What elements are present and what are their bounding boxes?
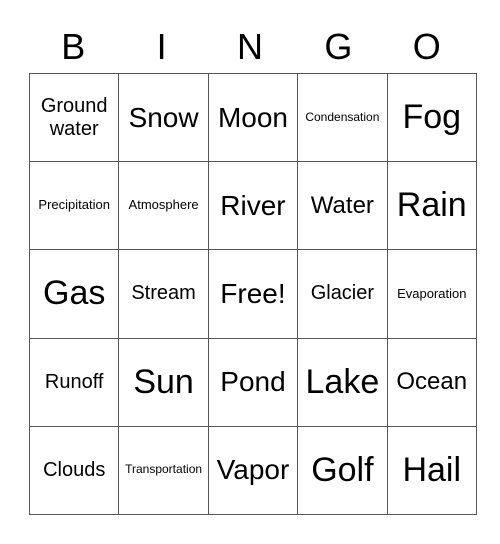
- bingo-cell[interactable]: Golf: [297, 425, 388, 516]
- bingo-cell[interactable]: Hail: [386, 425, 477, 516]
- bingo-cell[interactable]: Precipitation: [28, 161, 120, 251]
- header-letter-g: G: [324, 26, 353, 67]
- bingo-cell[interactable]: Ground water: [28, 72, 120, 163]
- bingo-cell[interactable]: Sun: [118, 337, 209, 427]
- bingo-cell[interactable]: Ocean: [386, 337, 477, 427]
- header-letter-i: I: [156, 26, 167, 67]
- grid-row: Runoff Sun Pond Lake Ocean: [28, 337, 477, 427]
- bingo-cell[interactable]: Transportation: [118, 425, 209, 516]
- grid-row: Gas Stream Free! Glacier Evaporation: [28, 249, 477, 339]
- bingo-cell[interactable]: Fog: [386, 72, 477, 163]
- bingo-card-grid: Ground water Snow Moon Condensation Fog …: [28, 72, 477, 516]
- grid-row: Ground water Snow Moon Condensation Fog: [28, 72, 477, 163]
- bingo-cell[interactable]: Stream: [118, 249, 209, 339]
- free-space-cell[interactable]: Free!: [207, 249, 299, 339]
- grid-row: Clouds Transportation Vapor Golf Hail: [28, 425, 477, 516]
- grid-row: Precipitation Atmosphere River Water Rai…: [28, 161, 477, 251]
- bingo-cell[interactable]: River: [207, 161, 299, 251]
- bingo-cell[interactable]: Moon: [207, 72, 299, 163]
- bingo-cell[interactable]: Lake: [297, 337, 388, 427]
- header-letter-b: B: [61, 26, 86, 67]
- bingo-cell[interactable]: Snow: [118, 72, 209, 163]
- bingo-header: B I N G O: [29, 22, 471, 72]
- bingo-cell[interactable]: Glacier: [297, 249, 388, 339]
- bingo-cell[interactable]: Rain: [386, 161, 477, 251]
- bingo-cell[interactable]: Water: [297, 161, 388, 251]
- bingo-cell[interactable]: Atmosphere: [118, 161, 209, 251]
- bingo-cell[interactable]: Gas: [28, 249, 120, 339]
- bingo-cell[interactable]: Pond: [207, 337, 299, 427]
- bingo-cell[interactable]: Vapor: [207, 425, 299, 516]
- bingo-cell[interactable]: Runoff: [28, 337, 120, 427]
- header-letter-o: O: [412, 26, 441, 67]
- bingo-cell[interactable]: Condensation: [297, 72, 388, 163]
- header-letter-n: N: [236, 26, 263, 67]
- bingo-cell[interactable]: Clouds: [28, 425, 120, 516]
- bingo-cell[interactable]: Evaporation: [386, 249, 477, 339]
